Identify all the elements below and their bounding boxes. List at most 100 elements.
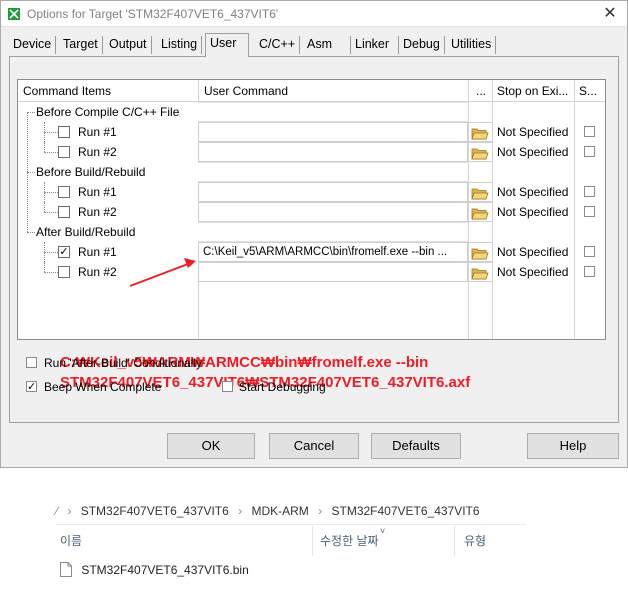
run-label: Run #1 <box>78 125 117 139</box>
command-row[interactable]: ✓ Run #1 C:\Keil_v5\ARM\ARMCC\bin\fromelf.… <box>18 242 605 262</box>
header-browse[interactable]: ... <box>469 80 493 102</box>
browse-button[interactable] <box>468 182 492 202</box>
browse-button[interactable] <box>468 262 492 282</box>
stop-on-exit-cell[interactable]: Not Specified <box>492 202 574 222</box>
tab-utilities[interactable]: Utilities <box>447 36 497 54</box>
cancel-button[interactable]: Cancel <box>269 433 359 459</box>
tab-output[interactable]: Output <box>105 36 152 54</box>
run-after-build-label: Run 'After-Build' Conditionally <box>44 356 202 370</box>
tree-group[interactable]: Before Build/Rebuild <box>18 162 605 182</box>
beep-label: Beep When Complete <box>44 380 162 394</box>
s-cell <box>574 242 605 262</box>
run-after-build-checkbox[interactable] <box>26 357 37 368</box>
keil-app-icon <box>8 8 20 20</box>
command-row[interactable]: Run #2 Not Specified <box>18 142 605 162</box>
group-label: After Build/Rebuild <box>36 225 136 239</box>
header-user-command[interactable]: User Command <box>199 80 469 102</box>
user-command-field[interactable] <box>198 122 468 142</box>
s-cell <box>574 202 605 222</box>
s-checkbox[interactable] <box>584 266 595 277</box>
header-s[interactable]: S... <box>575 80 605 102</box>
user-command-field[interactable]: C:\Keil_v5\ARM\ARMCC\bin\fromelf.exe --b… <box>198 242 468 262</box>
command-row[interactable]: Run #1 Not Specified <box>18 182 605 202</box>
s-checkbox[interactable] <box>584 126 595 137</box>
tree-connector <box>27 112 28 232</box>
title-bar: Options for Target 'STM32F407VET6_437VIT… <box>1 1 627 27</box>
command-row[interactable]: Run #2 Not Specified <box>18 262 605 282</box>
user-command-field[interactable] <box>198 142 468 162</box>
file-row[interactable]: STM32F407VET6_437VIT6.bin <box>60 562 249 577</box>
browse-button[interactable] <box>468 122 492 142</box>
user-command-field[interactable] <box>198 202 468 222</box>
tab-target[interactable]: Target <box>59 36 103 54</box>
command-row[interactable]: Run #2 Not Specified <box>18 202 605 222</box>
run-checkbox[interactable] <box>58 126 70 138</box>
run-label: Run #2 <box>78 145 117 159</box>
tab-asm[interactable]: Asm <box>303 36 351 54</box>
run-checkbox[interactable] <box>58 186 70 198</box>
stop-on-exit-cell[interactable]: Not Specified <box>492 262 574 282</box>
browse-button[interactable] <box>468 142 492 162</box>
group-label: Before Compile C/C++ File <box>36 105 180 119</box>
run-checkbox[interactable] <box>58 146 70 158</box>
help-button[interactable]: Help <box>527 433 619 459</box>
tab-user[interactable]: User <box>205 33 249 57</box>
breadcrumb-chevron-icon: › <box>67 504 72 518</box>
close-button[interactable]: ✕ <box>601 5 619 23</box>
folder-open-icon <box>471 148 489 160</box>
breadcrumb-chevron-icon: › <box>238 504 243 518</box>
ok-button[interactable]: OK <box>167 433 255 459</box>
run-label: Run #2 <box>78 205 117 219</box>
s-checkbox[interactable] <box>584 246 595 257</box>
browse-button[interactable] <box>468 242 492 262</box>
s-checkbox[interactable] <box>584 146 595 157</box>
tree-group[interactable]: Before Compile C/C++ File <box>18 102 605 122</box>
s-checkbox[interactable] <box>584 206 595 217</box>
folder-open-icon <box>471 188 489 200</box>
user-command-field[interactable] <box>198 182 468 202</box>
beep-checkbox[interactable]: ✓ <box>26 381 37 393</box>
tree-group[interactable]: After Build/Rebuild <box>18 222 605 242</box>
run-label: Run #1 <box>78 245 117 259</box>
column-type[interactable]: 유형 <box>464 532 486 549</box>
folder-open-icon <box>471 208 489 220</box>
s-cell <box>574 122 605 142</box>
tab-c-cpp[interactable]: C/C++ <box>255 36 301 54</box>
start-debugging-checkbox[interactable] <box>222 381 233 392</box>
tab-debug[interactable]: Debug <box>399 36 445 54</box>
user-command-field[interactable] <box>198 262 468 282</box>
options-dialog: Options for Target 'STM32F407VET6_437VIT… <box>0 0 628 468</box>
run-label: Run #1 <box>78 185 117 199</box>
header-command-items[interactable]: Command Items <box>18 80 199 102</box>
column-date-modified[interactable]: 수정한 날짜 <box>320 532 379 549</box>
sort-chevron-icon: ˅ <box>380 526 386 536</box>
stop-on-exit-cell[interactable]: Not Specified <box>492 142 574 162</box>
breadcrumb-chevron-icon: › <box>318 504 323 518</box>
column-name[interactable]: 이름 <box>60 532 82 549</box>
folder-open-icon <box>471 248 489 260</box>
browse-button[interactable] <box>468 202 492 222</box>
stop-on-exit-cell[interactable]: Not Specified <box>492 122 574 142</box>
breadcrumb-item-mdk-arm[interactable]: MDK-ARM <box>251 504 308 518</box>
group-command-cell <box>198 222 468 242</box>
group-command-cell <box>198 162 468 182</box>
s-cell <box>574 182 605 202</box>
tab-listing[interactable]: Listing <box>157 36 203 54</box>
stop-on-exit-cell[interactable]: Not Specified <box>492 242 574 262</box>
run-checkbox[interactable]: ✓ <box>58 246 70 258</box>
user-commands-grid: Command Items User Command ... Stop on E… <box>17 79 606 340</box>
command-row[interactable]: Run #1 Not Specified <box>18 122 605 142</box>
defaults-button[interactable]: Defaults <box>371 433 461 459</box>
window-title: Options for Target 'STM32F407VET6_437VIT… <box>27 7 279 21</box>
run-checkbox[interactable] <box>58 266 70 278</box>
tab-linker[interactable]: Linker <box>351 36 399 54</box>
breadcrumb-item-project[interactable]: STM32F407VET6_437VIT6 <box>81 504 229 518</box>
breadcrumb-item-target[interactable]: STM32F407VET6_437VIT6 <box>331 504 479 518</box>
stop-on-exit-cell[interactable]: Not Specified <box>492 182 574 202</box>
file-explorer: ⁄ › STM32F407VET6_437VIT6 › MDK-ARM › ST… <box>56 490 526 591</box>
header-stop-on-exit[interactable]: Stop on Exi... <box>493 80 575 102</box>
run-checkbox[interactable] <box>58 206 70 218</box>
s-checkbox[interactable] <box>584 186 595 197</box>
user-tab-panel: Command Items User Command ... Stop on E… <box>9 56 619 423</box>
tab-device[interactable]: Device <box>9 36 57 54</box>
